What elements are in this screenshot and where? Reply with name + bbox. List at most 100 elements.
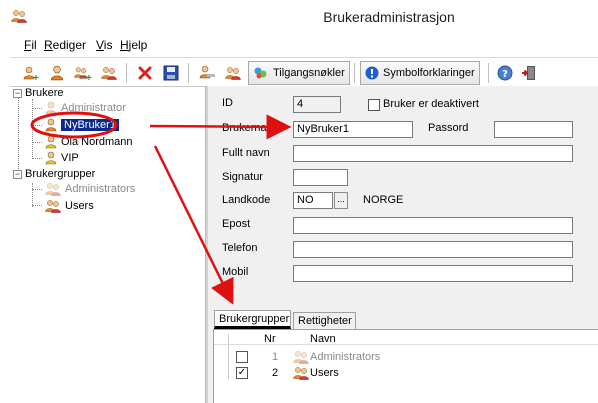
edit-group-button[interactable] (98, 62, 120, 84)
membership-checkbox[interactable] (236, 351, 248, 363)
delete-x-icon (138, 66, 152, 80)
save-disk-icon (163, 65, 179, 81)
window-title: Brukeradministrasjon (323, 9, 455, 25)
delete-button[interactable] (134, 62, 156, 84)
tab-brukergrupper[interactable]: Brukergrupper (214, 310, 291, 329)
users-icon (44, 182, 62, 196)
tree-node-label: Administrator (61, 102, 126, 114)
mobil-field[interactable] (293, 265, 573, 282)
menu-hjelp[interactable]: Hjelp (120, 38, 147, 52)
signatur-field[interactable] (293, 169, 348, 186)
passord-field[interactable] (494, 121, 573, 138)
epost-field[interactable] (293, 217, 573, 234)
deaktivert-checkbox[interactable] (368, 99, 380, 111)
new-user-button[interactable]: + (20, 62, 42, 84)
group-access-button[interactable] (222, 62, 244, 84)
title-bar: Brukeradministrasjon (0, 0, 598, 33)
table-row[interactable]: 1 Administrators (236, 351, 380, 363)
user-yellow-icon (45, 135, 57, 149)
add-user-icon: + (23, 66, 39, 82)
user-icon (44, 118, 58, 132)
brukernavn-field[interactable]: NyBruker1 (293, 121, 413, 138)
save-button[interactable] (160, 62, 182, 84)
tree-line (32, 189, 42, 190)
id-field: 4 (293, 96, 341, 113)
menu-vis[interactable]: Vis (96, 38, 112, 52)
grid-divider (228, 334, 229, 379)
brukernavn-label: Brukernavn (222, 122, 279, 134)
tree-node-label: Ola Nordmann (61, 136, 133, 148)
tree-node-user[interactable]: Ola Nordmann (44, 135, 133, 149)
tree-node-brukergrupper[interactable]: − Brukergrupper (13, 168, 95, 180)
tree-line (32, 205, 42, 206)
collapse-toggle[interactable]: − (13, 169, 22, 179)
landkode-lookup-button[interactable]: ... (334, 192, 348, 209)
tilgangsnokler-button[interactable]: Tilgangsnøkler (248, 61, 350, 85)
tree-node-label: VIP (61, 152, 79, 164)
tree-line (32, 108, 42, 109)
group-key-icon (225, 67, 241, 80)
id-label: ID (222, 97, 233, 109)
user-tree: − Brukere Administrator NyBruker1 Ola No… (10, 86, 205, 403)
user-key-icon (199, 65, 215, 79)
toolbar: + + Tilgangsnøkler Symbolforklaringer ? (10, 57, 598, 85)
exit-door-icon (522, 66, 535, 80)
landkode-field[interactable]: NO (293, 192, 333, 209)
tilgangsnokler-label: Tilgangsnøkler (273, 67, 345, 79)
telefon-field[interactable] (293, 241, 573, 258)
user-details-form: ID 4 Bruker er deaktivert Brukernavn NyB… (208, 86, 598, 310)
tabs-panel: Brukergrupper Rettigheter Nr Navn 1 Admi… (208, 310, 598, 403)
collapse-toggle[interactable]: − (13, 88, 22, 98)
toolbar-separator (354, 63, 355, 83)
tree-line (32, 142, 42, 143)
fullt-navn-label: Fullt navn (222, 147, 270, 159)
tree-node-label: Brukergrupper (25, 168, 96, 180)
mobil-label: Mobil (222, 266, 249, 278)
epost-label: Epost (222, 218, 251, 230)
row-navn: Users (310, 367, 339, 379)
menu-fil[interactable]: Fil (24, 38, 37, 52)
svg-text:+: + (33, 73, 39, 82)
fullt-navn-field[interactable] (293, 145, 573, 162)
tree-line (18, 97, 19, 175)
landkode-label: Landkode (222, 194, 271, 206)
svg-text:+: + (86, 73, 92, 82)
users-icon (292, 366, 310, 380)
user-access-button[interactable] (196, 62, 218, 84)
tree-node-user-selected[interactable]: NyBruker1 (44, 118, 119, 132)
tab-rettigheter[interactable]: Rettigheter (293, 312, 356, 329)
menu-bar: Fil Rediger Vis Hjelp (10, 36, 598, 54)
edit-user-button[interactable] (46, 62, 68, 84)
menu-rediger[interactable]: Rediger (44, 38, 86, 52)
toolbar-separator (126, 63, 127, 83)
users-icon (44, 199, 62, 213)
signatur-label: Signatur (222, 171, 263, 183)
symbolforklaringer-button[interactable]: Symbolforklaringer (360, 61, 480, 85)
column-header-navn[interactable]: Navn (310, 333, 336, 345)
tree-node-label: Brukere (25, 87, 64, 99)
tree-node-user[interactable]: Administrator (44, 101, 126, 115)
users-icon (101, 67, 117, 80)
column-header-nr[interactable]: Nr (264, 333, 276, 345)
table-row[interactable]: ✓ 2 Users (236, 367, 339, 379)
exit-button[interactable] (518, 62, 540, 84)
user-icon (44, 101, 58, 115)
tree-node-user[interactable]: VIP (44, 151, 79, 165)
tree-node-group[interactable]: Administrators (44, 182, 135, 196)
group-membership-grid: Nr Navn 1 Administrators ✓ 2 Users (213, 329, 598, 403)
row-navn: Administrators (310, 351, 381, 363)
telefon-label: Telefon (222, 242, 258, 254)
symbolforklaringer-label: Symbolforklaringer (383, 67, 475, 79)
help-icon: ? (497, 65, 513, 81)
toolbar-separator (488, 63, 489, 83)
tree-line (32, 183, 33, 207)
membership-checkbox-checked[interactable]: ✓ (236, 367, 248, 379)
row-nr: 2 (272, 367, 279, 379)
tree-node-brukere[interactable]: − Brukere (13, 87, 64, 99)
new-group-button[interactable]: + (72, 62, 94, 84)
help-button[interactable]: ? (494, 62, 516, 84)
tree-node-group[interactable]: Users (44, 199, 94, 213)
tree-node-label: Users (65, 200, 94, 212)
passord-label: Passord (428, 122, 469, 134)
deaktivert-label: Bruker er deaktivert (383, 98, 479, 110)
